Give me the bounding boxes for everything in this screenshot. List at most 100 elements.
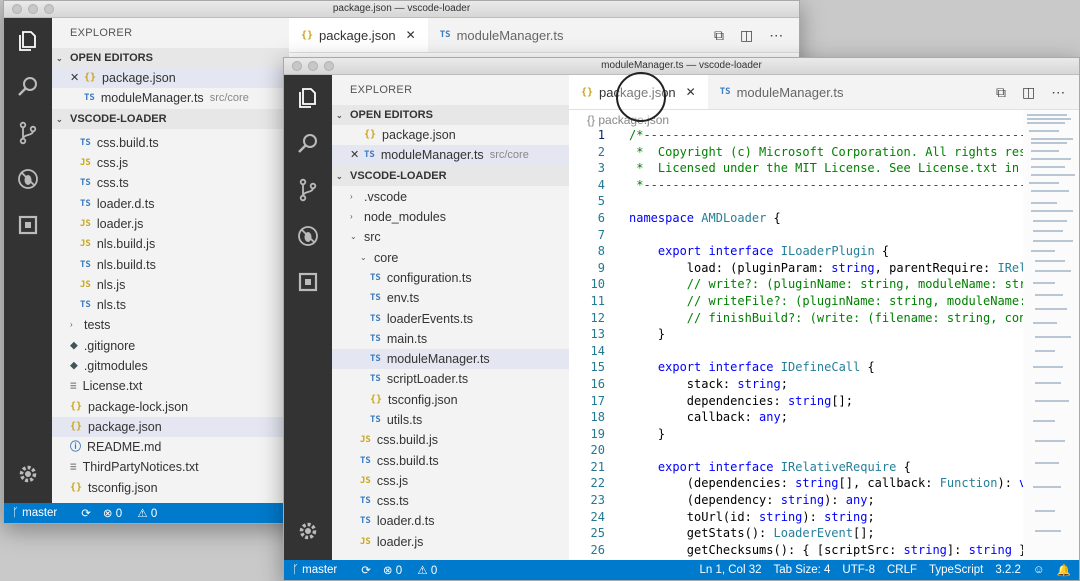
- file-tree-item[interactable]: JS css.js: [52, 153, 289, 173]
- file-tree-item[interactable]: {} tsconfig.json: [52, 478, 289, 498]
- code-line[interactable]: 23 (dependency: string): any;: [569, 492, 1079, 509]
- code-line[interactable]: 24 toUrl(id: string): string;: [569, 509, 1079, 526]
- open-changes-icon[interactable]: ⧉: [714, 27, 724, 44]
- problems-indicator[interactable]: ⊗ 0 ⚠ 0: [383, 563, 449, 577]
- code-line[interactable]: 1 /*-------------------------------------…: [569, 127, 1079, 144]
- explorer-icon[interactable]: [284, 75, 332, 121]
- search-icon[interactable]: [284, 121, 332, 167]
- editor-tab[interactable]: TS moduleManager.ts: [428, 18, 586, 52]
- sync-icon[interactable]: ⟳: [81, 506, 91, 520]
- code-line[interactable]: 11 // writeFile?: (pluginName: string, m…: [569, 293, 1079, 310]
- file-tree-item[interactable]: TS utils.ts: [332, 410, 569, 430]
- explorer-icon[interactable]: [4, 18, 52, 64]
- code-area[interactable]: 1 /*-------------------------------------…: [569, 127, 1079, 558]
- code-line[interactable]: 26 getChecksums(): { [scriptSrc: string]…: [569, 542, 1079, 559]
- typescript-version[interactable]: 3.2.2: [995, 564, 1021, 576]
- minimize-window-button[interactable]: [28, 4, 38, 14]
- file-tree-item[interactable]: TS loader.d.ts: [332, 511, 569, 531]
- code-line[interactable]: 10 // write?: (pluginName: string, modul…: [569, 276, 1079, 293]
- file-tree-item[interactable]: TS css.ts: [52, 173, 289, 193]
- file-tree-item[interactable]: TS loader.d.ts: [52, 193, 289, 213]
- open-editor-item[interactable]: {} package.json: [332, 125, 569, 145]
- code-line[interactable]: 17 dependencies: string[];: [569, 393, 1079, 410]
- end-of-line[interactable]: CRLF: [887, 564, 917, 576]
- file-tree-item[interactable]: JS loader.js: [52, 214, 289, 234]
- zoom-window-button[interactable]: [44, 4, 54, 14]
- close-editor-icon[interactable]: ✕: [70, 68, 84, 88]
- close-tab-icon[interactable]: ✕: [686, 85, 696, 99]
- settings-gear-icon[interactable]: [284, 508, 332, 554]
- close-tab-icon[interactable]: ✕: [406, 28, 416, 42]
- more-actions-icon[interactable]: ⋯: [769, 27, 783, 44]
- branch-indicator[interactable]: ᚴ master: [12, 507, 69, 519]
- code-line[interactable]: 3 * Licensed under the MIT License. See …: [569, 160, 1079, 177]
- file-tree-item[interactable]: ◆ .gitignore: [52, 336, 289, 356]
- project-header[interactable]: ⌄ VSCODE-LOADER: [332, 165, 569, 186]
- file-tree-item[interactable]: ⌄ core: [332, 247, 569, 267]
- file-tree-item[interactable]: › node_modules: [332, 207, 569, 227]
- file-tree-item[interactable]: {} package-lock.json: [52, 396, 289, 416]
- file-tree-item[interactable]: TS loaderEvents.ts: [332, 308, 569, 328]
- split-editor-icon[interactable]: ◫: [740, 27, 753, 44]
- feedback-smiley-icon[interactable]: ☺: [1033, 564, 1045, 576]
- code-line[interactable]: 21 export interface IRelativeRequire {: [569, 459, 1079, 476]
- source-control-icon[interactable]: [4, 110, 52, 156]
- file-tree-item[interactable]: TS env.ts: [332, 288, 569, 308]
- tab-size[interactable]: Tab Size: 4: [773, 564, 830, 576]
- file-tree-item[interactable]: ⓘ README.md: [52, 437, 289, 457]
- code-line[interactable]: 6 namespace AMDLoader {: [569, 210, 1079, 227]
- file-tree-item[interactable]: TS main.ts: [332, 329, 569, 349]
- code-line[interactable]: 13 }: [569, 326, 1079, 343]
- file-tree-item[interactable]: TS configuration.ts: [332, 268, 569, 288]
- split-editor-icon[interactable]: ◫: [1022, 84, 1035, 101]
- problems-indicator[interactable]: ⊗ 0 ⚠ 0: [103, 506, 169, 520]
- minimap[interactable]: [1023, 110, 1079, 560]
- file-tree-item[interactable]: {} tsconfig.json: [332, 390, 569, 410]
- open-editor-item[interactable]: ✕{} package.json: [52, 68, 289, 89]
- file-tree-item[interactable]: TS css.build.ts: [332, 450, 569, 470]
- code-line[interactable]: 22 (dependencies: string[], callback: Fu…: [569, 475, 1079, 492]
- extensions-icon[interactable]: [4, 202, 52, 248]
- debug-icon[interactable]: [4, 156, 52, 202]
- file-tree-item[interactable]: TS moduleManager.ts: [332, 348, 569, 370]
- search-icon[interactable]: [4, 64, 52, 110]
- code-line[interactable]: 2 * Copyright (c) Microsoft Corporation.…: [569, 144, 1079, 161]
- settings-gear-icon[interactable]: [4, 451, 52, 497]
- source-control-icon[interactable]: [284, 167, 332, 213]
- open-editor-item[interactable]: ✕ TS moduleManager.ts src/core: [332, 145, 569, 166]
- code-line[interactable]: 4 *-------------------------------------…: [569, 177, 1079, 194]
- minimize-window-button[interactable]: [308, 61, 318, 71]
- file-tree-item[interactable]: JS nls.build.js: [52, 234, 289, 254]
- code-line[interactable]: 7: [569, 227, 1079, 244]
- language-mode[interactable]: TypeScript: [929, 564, 983, 576]
- open-editors-header[interactable]: ⌄ OPEN EDITORS: [332, 105, 569, 125]
- file-tree-item[interactable]: ≡ License.txt: [52, 376, 289, 396]
- sync-icon[interactable]: ⟳: [361, 563, 371, 577]
- file-tree-item[interactable]: JS css.js: [332, 471, 569, 491]
- code-line[interactable]: 12 // finishBuild?: (write: (filename: s…: [569, 310, 1079, 327]
- editor-tab[interactable]: TS moduleManager.ts: [708, 75, 866, 109]
- project-header[interactable]: ⌄ VSCODE-LOADER: [52, 108, 289, 129]
- code-line[interactable]: 14: [569, 343, 1079, 360]
- file-tree-item[interactable]: TS nls.build.ts: [52, 254, 289, 274]
- code-editor[interactable]: {} package.json 1/*---------------------…: [569, 110, 1079, 560]
- close-window-button[interactable]: [12, 4, 22, 14]
- open-editor-item[interactable]: TS moduleManager.ts src/core: [52, 88, 289, 108]
- code-line[interactable]: 25 getStats(): LoaderEvent[];: [569, 525, 1079, 542]
- cursor-position[interactable]: Ln 1, Col 32: [699, 564, 761, 576]
- file-tree-item[interactable]: {} package.json: [52, 416, 289, 438]
- branch-indicator[interactable]: ᚴ master: [292, 564, 349, 576]
- code-line[interactable]: 8 export interface ILoaderPlugin {: [569, 243, 1079, 260]
- more-actions-icon[interactable]: ⋯: [1051, 84, 1065, 101]
- file-tree-item[interactable]: › tests: [52, 315, 289, 335]
- code-line[interactable]: 19 }: [569, 426, 1079, 443]
- zoom-window-button[interactable]: [324, 61, 334, 71]
- code-line[interactable]: 15 export interface IDefineCall {: [569, 359, 1079, 376]
- code-line[interactable]: 20: [569, 442, 1079, 459]
- debug-icon[interactable]: [284, 213, 332, 259]
- file-tree-item[interactable]: › .vscode: [332, 187, 569, 207]
- file-tree-item[interactable]: TS css.build.ts: [52, 133, 289, 153]
- file-tree-item[interactable]: JS css.build.js: [332, 430, 569, 450]
- file-tree-item[interactable]: TS css.ts: [332, 491, 569, 511]
- code-line[interactable]: 9 load: (pluginParam: string, parentRequ…: [569, 260, 1079, 277]
